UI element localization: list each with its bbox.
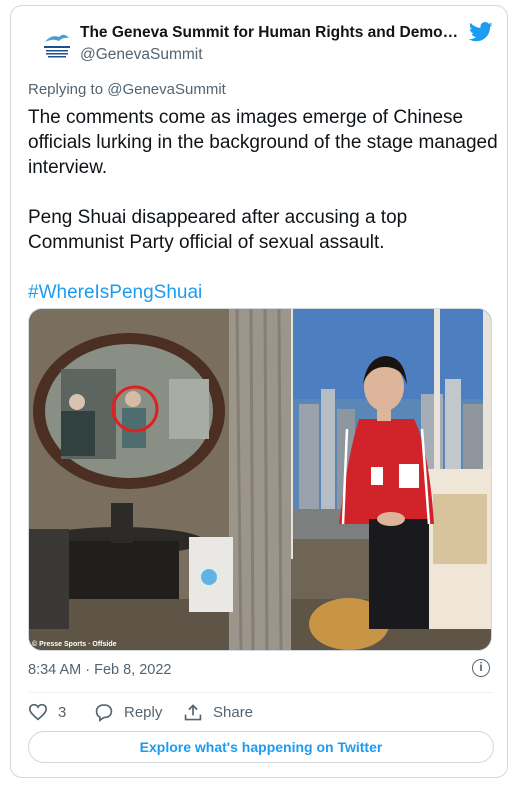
info-icon[interactable]: i [472, 659, 490, 677]
hashtag-link[interactable]: #WhereIsPengShuai [28, 282, 202, 303]
share-button[interactable]: Share [183, 700, 253, 724]
author-avatar[interactable] [37, 28, 77, 68]
explore-button[interactable]: Explore what's happening on Twitter [28, 731, 494, 763]
author-handle[interactable]: @GenevaSummit [80, 46, 203, 64]
divider [28, 692, 494, 693]
tweet-paragraph-1: The comments come as images emerge of Ch… [28, 107, 503, 178]
twitter-bird-icon [468, 22, 493, 42]
tweet-photo[interactable]: © Presse Sports · Offside [28, 308, 492, 651]
tweet-text: The comments come as images emerge of Ch… [28, 105, 498, 305]
geneva-summit-logo-icon [44, 34, 70, 58]
heart-icon [28, 703, 48, 721]
tweet-actions: 3 Reply Share [28, 700, 494, 724]
replying-to-prefix: Replying to [28, 81, 108, 98]
tweet-timestamp[interactable]: 8:34 AM · Feb 8, 2022 [28, 662, 171, 678]
photo-image [29, 309, 491, 650]
share-icon [184, 703, 202, 720]
like-count: 3 [58, 703, 67, 721]
reply-icon [95, 703, 113, 722]
reply-button[interactable]: Reply [94, 700, 162, 724]
tweet-paragraph-2: Peng Shuai disappeared after accusing a … [28, 207, 413, 253]
replying-to-handle[interactable]: @GenevaSummit [107, 81, 226, 98]
author-name[interactable]: The Geneva Summit for Human Rights and D… [80, 24, 460, 42]
replying-to: Replying to @GenevaSummit [28, 81, 226, 98]
share-label: Share [213, 703, 254, 721]
reply-label: Reply [124, 703, 163, 721]
tweet-card: The Geneva Summit for Human Rights and D… [10, 5, 508, 778]
tweet-header: The Geneva Summit for Human Rights and D… [11, 6, 507, 76]
photo-credit: © Presse Sports · Offside [32, 641, 117, 648]
twitter-logo[interactable] [468, 21, 493, 48]
like-button[interactable]: 3 [28, 700, 66, 724]
